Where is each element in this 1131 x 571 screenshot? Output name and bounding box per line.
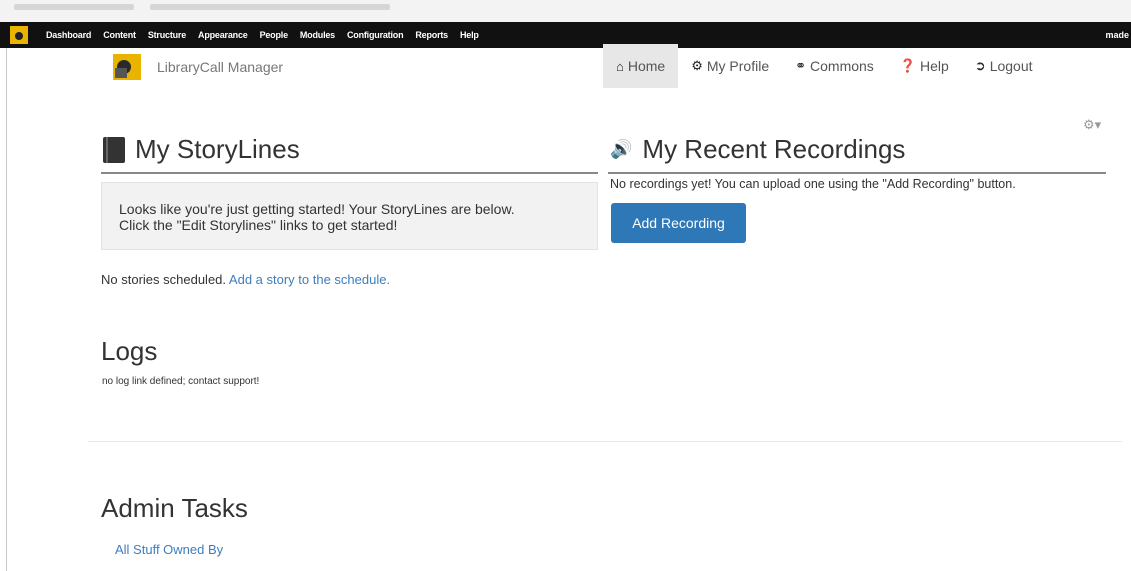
blurred-tab-bar [14, 4, 134, 10]
nav-logout[interactable]: ➲ Logout [962, 44, 1046, 88]
browser-chrome-strip [0, 0, 1131, 22]
nav-logout-label: Logout [989, 58, 1033, 74]
admin-tasks-heading: Admin Tasks [101, 493, 248, 523]
window-edge [6, 48, 7, 571]
brand-name: LibraryCall Manager [157, 59, 284, 75]
headphones-icon: ⚭ [795, 58, 807, 73]
all-stuff-owned-by-link[interactable]: All Stuff Owned By [115, 542, 223, 557]
librarycall-logo-icon [113, 54, 141, 80]
admin-menu-appearance[interactable]: Appearance [192, 30, 254, 40]
storylines-divider [101, 172, 598, 174]
admin-menu-people[interactable]: People [254, 30, 294, 40]
nav-my-profile-label: My Profile [706, 58, 770, 74]
admin-menu-help[interactable]: Help [454, 30, 485, 40]
question-icon: ❓ [899, 58, 916, 73]
admin-menu-dashboard[interactable]: Dashboard [40, 30, 97, 40]
nav-commons-label: Commons [810, 58, 874, 74]
home-icon: ⌂ [616, 58, 624, 74]
admin-menu-structure[interactable]: Structure [142, 30, 192, 40]
settings-gear-icon[interactable]: ⚙▾ [1083, 117, 1101, 133]
nav-my-profile[interactable]: ⚙ My Profile [678, 44, 782, 88]
admin-menu-content[interactable]: Content [97, 30, 142, 40]
add-recording-button[interactable]: Add Recording [611, 203, 746, 243]
no-stories-text: No stories scheduled. [101, 272, 227, 287]
admin-user-name[interactable]: made [1105, 22, 1131, 48]
admin-menu: Dashboard Content Structure Appearance P… [40, 22, 485, 48]
site-logo-icon[interactable] [10, 26, 28, 44]
logout-icon: ➲ [974, 58, 986, 73]
welcome-line-2: Click the "Edit Storylines" links to get… [119, 217, 398, 233]
welcome-message: Looks like you're just getting started! … [101, 182, 598, 250]
storylines-title-text: My StoryLines [135, 134, 300, 164]
blurred-tab-bar [150, 4, 390, 10]
add-story-link[interactable]: Add a story to the schedule. [229, 272, 390, 287]
nav-home-label: Home [627, 58, 666, 74]
gear-icon: ⚙ [691, 58, 703, 73]
book-icon [103, 136, 125, 163]
nav-home[interactable]: ⌂ Home [603, 44, 679, 88]
logs-text: no log link defined; contact support! [102, 376, 260, 387]
speaker-icon: 🔊 [610, 139, 633, 159]
section-divider [88, 441, 1122, 442]
admin-menu-reports[interactable]: Reports [409, 30, 454, 40]
recordings-title: 🔊 My Recent Recordings [610, 134, 905, 165]
admin-menu-configuration[interactable]: Configuration [341, 30, 409, 40]
main-nav: ⌂ Home ⚙ My Profile ⚭ Commons ❓ Help ➲ L… [603, 44, 1046, 88]
nav-commons[interactable]: ⚭ Commons [782, 44, 887, 88]
nav-help-label: Help [920, 58, 949, 74]
no-recordings-text: No recordings yet! You can upload one us… [610, 177, 1016, 191]
logs-heading: Logs [101, 336, 158, 366]
welcome-line-1: Looks like you're just getting started! … [119, 201, 515, 217]
admin-menu-modules[interactable]: Modules [294, 30, 341, 40]
no-stories-row: No stories scheduled. Add a story to the… [101, 272, 390, 287]
recordings-title-text: My Recent Recordings [642, 134, 906, 164]
storylines-title: My StoryLines [103, 134, 300, 165]
brand[interactable]: LibraryCall Manager [113, 54, 283, 80]
nav-help[interactable]: ❓ Help [887, 44, 962, 88]
recordings-divider [608, 172, 1106, 174]
